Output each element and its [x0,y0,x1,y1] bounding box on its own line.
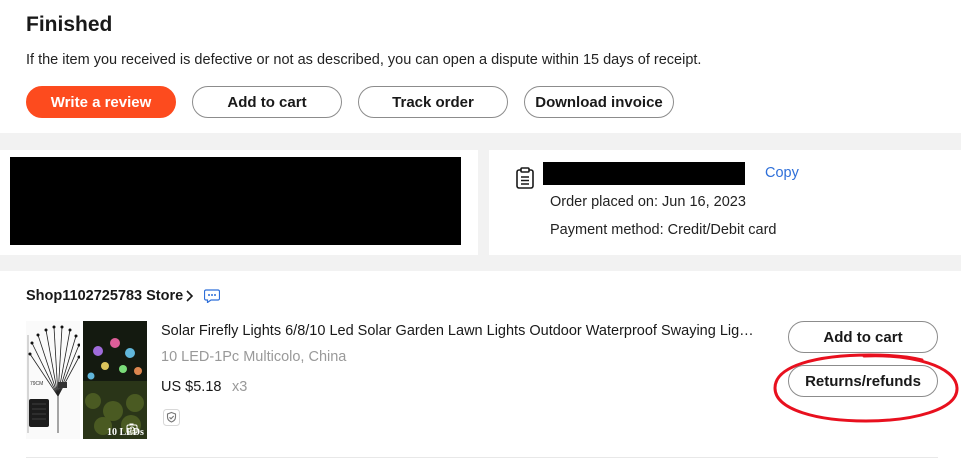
order-status-card: Finished If the item you received is def… [0,0,961,133]
shipping-address-card [0,150,478,255]
chevron-right-icon[interactable] [185,288,195,304]
item-add-to-cart-button[interactable]: Add to cart [788,321,938,353]
thumb-overlay-text: 10 LEDs [107,427,144,438]
write-review-button[interactable]: Write a review [26,86,176,118]
download-invoice-button[interactable]: Download invoice [524,86,674,118]
add-to-cart-button[interactable]: Add to cart [192,86,342,118]
product-image-night[interactable]: 10 LEDs [83,321,147,439]
dispute-notice: If the item you received is defective or… [26,52,702,68]
order-info-card: Copy Order placed on: Jun 16, 2023 Payme… [489,150,961,255]
order-placed-date: Order placed on: Jun 16, 2023 [550,194,746,210]
product-title-link[interactable]: Solar Firefly Lights 6/8/10 Led Solar Ga… [161,323,757,339]
order-status-title: Finished [26,13,113,36]
store-name-link[interactable]: Shop1102725783 Store [26,288,183,304]
thumb-dimension-label: 79CM [30,381,43,387]
track-order-button[interactable]: Track order [358,86,508,118]
copy-order-id-link[interactable]: Copy [765,165,799,181]
divider [26,457,938,458]
chat-icon[interactable] [204,289,220,303]
product-price: US $5.18 [161,379,222,395]
product-variant: 10 LED-1Pc Multicolo, China [161,349,347,365]
product-quantity: x3 [232,379,248,395]
product-image-dimensions[interactable]: 79CM [26,321,80,439]
redacted-address [10,157,461,245]
payment-method: Payment method: Credit/Debit card [550,222,777,238]
redacted-order-id [543,162,745,185]
clipboard-icon [516,167,534,189]
buyer-protection-shield-icon[interactable] [163,409,180,426]
returns-refunds-button[interactable]: Returns/refunds [788,365,938,397]
order-items-card: Shop1102725783 Store 79CM 10 LEDs Solar … [0,271,961,470]
